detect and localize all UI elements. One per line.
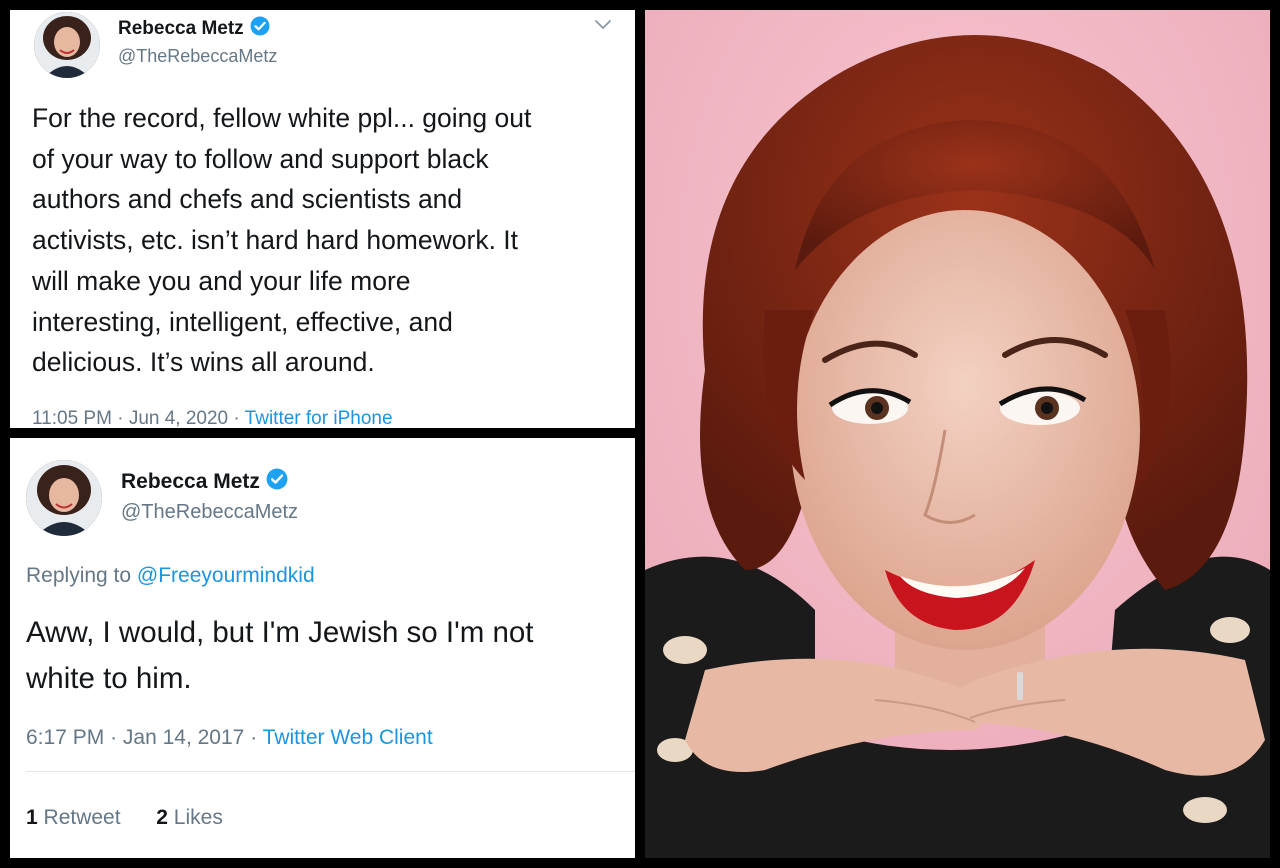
tweet-stats: 1 Retweet 2 Likes: [26, 806, 223, 830]
tweet-text-line: of your way to follow and support black: [32, 143, 489, 174]
handle[interactable]: @TheRebeccaMetz: [121, 501, 298, 524]
separator: ·: [233, 408, 240, 428]
chevron-down-icon[interactable]: [594, 18, 612, 36]
portrait-photo: [645, 10, 1270, 858]
handle[interactable]: @TheRebeccaMetz: [118, 46, 277, 67]
tweet-source-link[interactable]: Twitter Web Client: [263, 726, 433, 749]
tweet-text-line: white to him.: [26, 662, 192, 695]
tweet-text-line: interesting, intelligent, effective, and: [32, 306, 453, 337]
tweet-text-line: For the record, fellow white ppl... goin…: [32, 103, 532, 133]
tweet-text-line: will make you and your life more: [32, 265, 411, 296]
verified-badge-icon: [250, 16, 270, 42]
tweet-card-1: Rebecca Metz @TheRebeccaMetz For the rec…: [10, 10, 635, 428]
retweets-count-link[interactable]: 1 Retweet: [26, 806, 126, 829]
portrait-illustration: [645, 10, 1270, 858]
retweets-count: 1: [26, 806, 38, 829]
tweet-time[interactable]: 6:17 PM: [26, 726, 104, 749]
display-name-text[interactable]: Rebecca Metz: [118, 18, 244, 40]
tweet-meta: 6:17 PM · Jan 14, 2017 · Twitter Web Cli…: [26, 726, 433, 750]
display-name[interactable]: Rebecca Metz: [118, 16, 270, 42]
separator: ·: [250, 726, 258, 749]
tweet-text: Aww, I would, but I'm Jewish so I'm not …: [26, 610, 534, 702]
likes-label: Likes: [173, 806, 223, 829]
tweet-text-line: activists, etc. isn’t hard hard homework…: [32, 225, 519, 256]
tweet-time[interactable]: 11:05 PM: [32, 408, 112, 428]
tweet-card-2: Rebecca Metz @TheRebeccaMetz Replying to…: [10, 438, 635, 858]
tweet-date[interactable]: Jun 4, 2020: [129, 408, 228, 428]
tweet-date[interactable]: Jan 14, 2017: [123, 726, 244, 749]
likes-count: 2: [156, 806, 168, 829]
tweet-text-line: authors and chefs and scientists and: [32, 184, 463, 215]
separator: ·: [110, 726, 118, 749]
likes-count-link[interactable]: 2 Likes: [156, 806, 223, 829]
replying-to-link[interactable]: @Freeyourmindkid: [137, 564, 315, 587]
replying-to-label: Replying to: [26, 564, 137, 587]
retweets-label: Retweet: [43, 806, 121, 829]
replying-to: Replying to @Freeyourmindkid: [26, 564, 315, 588]
avatar[interactable]: [34, 12, 100, 78]
display-name-text[interactable]: Rebecca Metz: [121, 470, 260, 494]
display-name[interactable]: Rebecca Metz: [121, 468, 288, 496]
tweet-text-line: Aww, I would, but I'm Jewish so I'm not: [26, 616, 534, 649]
separator: ·: [117, 408, 124, 428]
divider: [26, 771, 635, 772]
tweet-text: For the record, fellow white ppl... goin…: [32, 98, 531, 383]
tweet-text-line: delicious. It’s wins all around.: [32, 347, 375, 378]
avatar[interactable]: [26, 460, 102, 536]
verified-badge-icon: [266, 468, 288, 496]
tweet-meta: 11:05 PM · Jun 4, 2020 · Twitter for iPh…: [32, 408, 393, 428]
tweet-source-link[interactable]: Twitter for iPhone: [245, 408, 393, 428]
